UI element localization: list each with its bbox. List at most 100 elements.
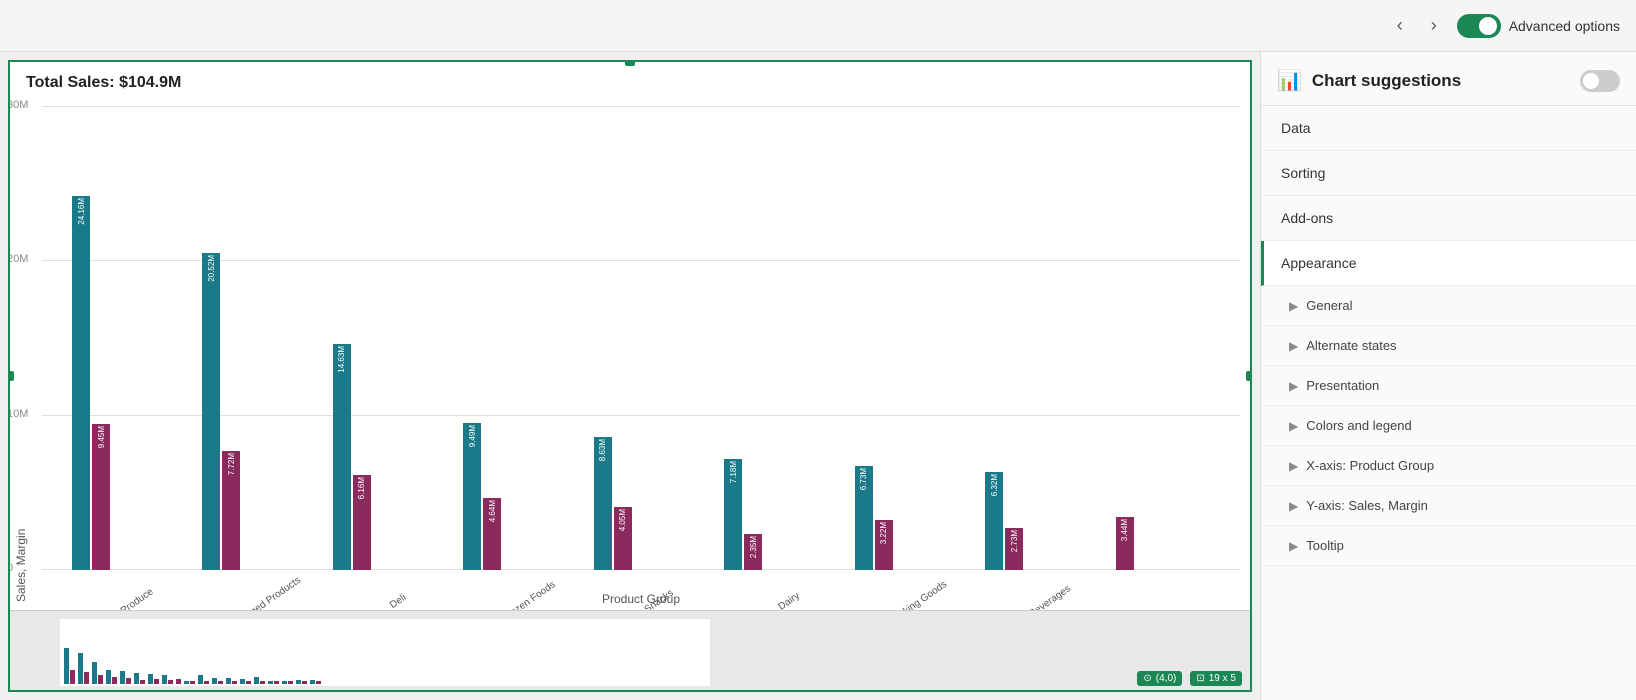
- mini-bar-extra-8: [296, 680, 307, 684]
- mini-bar-extra-9: [310, 680, 321, 684]
- category-label-6: Baking Goods: [891, 579, 949, 610]
- sub-item-tooltip[interactable]: ▶ Tooltip: [1261, 526, 1636, 566]
- bar-group-7: 6.32M2.73MBeverages: [985, 106, 1109, 570]
- chart-suggestions-icon: 📊: [1277, 68, 1302, 93]
- mini-teal-extra-8: [296, 680, 301, 684]
- mini-purple-bar-7: [168, 680, 173, 684]
- mini-bar-group-2: [92, 662, 103, 684]
- menu-item-sorting[interactable]: Sorting: [1261, 151, 1636, 196]
- bar-group-4: 8.63M4.05MSnacks: [594, 106, 718, 570]
- bar-group-6: 6.73M3.22MBaking Goods: [855, 106, 979, 570]
- bar-group-1: 20.52M7.72MCanned Products: [202, 106, 326, 570]
- teal-bar-4[interactable]: 8.63M: [594, 437, 612, 570]
- sub-item-general[interactable]: ▶ General: [1261, 286, 1636, 326]
- chevron-right-icon: ▶: [1289, 499, 1298, 513]
- category-label-0: Produce: [119, 586, 156, 610]
- mini-purple-bar-0: [70, 670, 75, 684]
- purple-bar-4[interactable]: 4.05M: [614, 507, 632, 570]
- mini-teal-extra-1: [198, 675, 203, 684]
- main-content: Total Sales: $104.9M Sales, Margin 30M 2…: [0, 52, 1636, 700]
- purple-bar-2[interactable]: 6.16M: [353, 475, 371, 570]
- sub-item-colors-legend[interactable]: ▶ Colors and legend: [1261, 406, 1636, 446]
- mini-bar-extra-7: [282, 681, 293, 684]
- mini-teal-bar-4: [120, 671, 125, 684]
- mini-purple-bar-3: [112, 677, 117, 684]
- purple-bar-8[interactable]: 3.44M: [1116, 517, 1134, 570]
- bar-group-0: 24.16M9.45MProduce: [72, 106, 196, 570]
- chart-suggestions-toggle[interactable]: [1580, 70, 1620, 92]
- mini-purple-extra-6: [274, 681, 279, 684]
- chevron-right-icon: ▶: [1289, 539, 1298, 553]
- resize-handle-top[interactable]: [625, 60, 635, 66]
- advanced-options-toggle[interactable]: [1457, 14, 1501, 38]
- mini-bars-area: [60, 619, 710, 686]
- purple-bar-7[interactable]: 2.73M: [1005, 528, 1023, 570]
- menu-item-appearance[interactable]: Appearance: [1261, 241, 1636, 286]
- chart-main: Sales, Margin 30M 20M 10M 0 24.16M9.45MP…: [10, 96, 1250, 610]
- mini-purple-extra-0: [190, 681, 195, 684]
- category-label-2: Deli: [388, 592, 408, 610]
- mini-bar-extra-1: [198, 675, 209, 684]
- mini-purple-extra-8: [302, 681, 307, 684]
- mini-bar-group-0: [64, 648, 75, 684]
- sub-item-y-axis[interactable]: ▶ Y-axis: Sales, Margin: [1261, 486, 1636, 526]
- chart-container: Total Sales: $104.9M Sales, Margin 30M 2…: [8, 60, 1252, 692]
- chevron-right-icon: ▶: [1289, 459, 1298, 473]
- status-bar: ⊙ (4,0) ⊡ 19 x 5: [1137, 671, 1242, 686]
- teal-bar-6[interactable]: 6.73M: [855, 466, 873, 570]
- mini-purple-extra-4: [246, 681, 251, 684]
- purple-bar-5[interactable]: 2.35M: [744, 534, 762, 570]
- gridline-label-0: 0: [10, 562, 13, 574]
- size-text: 19 x 5: [1209, 673, 1236, 684]
- chart-plot: 30M 20M 10M 0 24.16M9.45MProduce20.52M7.…: [32, 96, 1250, 610]
- mini-purple-bar-6: [154, 679, 159, 684]
- bar-group-5: 7.18M2.35MDairy: [724, 106, 848, 570]
- teal-bar-3[interactable]: 9.49M: [463, 423, 481, 570]
- mini-teal-extra-3: [226, 678, 231, 684]
- teal-bar-1[interactable]: 20.52M: [202, 253, 220, 570]
- sub-item-general-label: General: [1306, 298, 1352, 313]
- mini-bar-group-7: [162, 675, 173, 684]
- menu-item-addons[interactable]: Add-ons: [1261, 196, 1636, 241]
- chart-title: Total Sales: $104.9M: [10, 62, 1250, 96]
- mini-teal-bar-2: [92, 662, 97, 684]
- mini-purple-extra-9: [316, 681, 321, 684]
- category-label-7: Beverages: [1028, 583, 1073, 610]
- mini-purple-extra-5: [260, 681, 265, 684]
- teal-bar-5[interactable]: 7.18M: [724, 459, 742, 570]
- mini-teal-bar-7: [162, 675, 167, 684]
- sub-item-tooltip-label: Tooltip: [1306, 538, 1344, 553]
- right-panel: 📊 Chart suggestions Data Sorting Add-ons…: [1260, 52, 1636, 700]
- teal-bar-0[interactable]: 24.16M: [72, 196, 90, 570]
- sub-item-alternate-states[interactable]: ▶ Alternate states: [1261, 326, 1636, 366]
- target-icon: ⊙: [1143, 673, 1151, 684]
- teal-bar-2[interactable]: 14.63M: [333, 344, 351, 570]
- mini-purple-bar-8: [176, 679, 181, 684]
- sub-item-y-axis-label: Y-axis: Sales, Margin: [1306, 498, 1428, 513]
- sub-item-presentation-label: Presentation: [1306, 378, 1379, 393]
- mini-purple-bar-1: [84, 672, 89, 684]
- mini-purple-bar-5: [140, 680, 145, 684]
- purple-bar-6[interactable]: 3.22M: [875, 520, 893, 570]
- nav-forward-button[interactable]: ›: [1423, 11, 1445, 40]
- nav-back-button[interactable]: ‹: [1389, 11, 1411, 40]
- mini-bar-group-1: [78, 653, 89, 684]
- gridline-label-20m: 20M: [10, 253, 28, 265]
- menu-item-data[interactable]: Data: [1261, 106, 1636, 151]
- bar-group-8: 3.44M: [1116, 106, 1240, 570]
- coords-text: (4,0): [1156, 673, 1177, 684]
- purple-bar-3[interactable]: 4.64M: [483, 498, 501, 570]
- mini-bar-group-4: [120, 671, 131, 684]
- chevron-right-icon: ▶: [1289, 339, 1298, 353]
- sub-item-presentation[interactable]: ▶ Presentation: [1261, 366, 1636, 406]
- teal-bar-7[interactable]: 6.32M: [985, 472, 1003, 570]
- sub-item-x-axis[interactable]: ▶ X-axis: Product Group: [1261, 446, 1636, 486]
- mini-teal-bar-3: [106, 670, 111, 684]
- mini-bar-extra-6: [268, 681, 279, 684]
- purple-bar-1[interactable]: 7.72M: [222, 451, 240, 570]
- advanced-options-area: Advanced options: [1457, 14, 1620, 38]
- mini-teal-bar-5: [134, 673, 139, 684]
- mini-teal-extra-2: [212, 678, 217, 684]
- panel-header: 📊 Chart suggestions: [1261, 52, 1636, 106]
- purple-bar-0[interactable]: 9.45M: [92, 424, 110, 570]
